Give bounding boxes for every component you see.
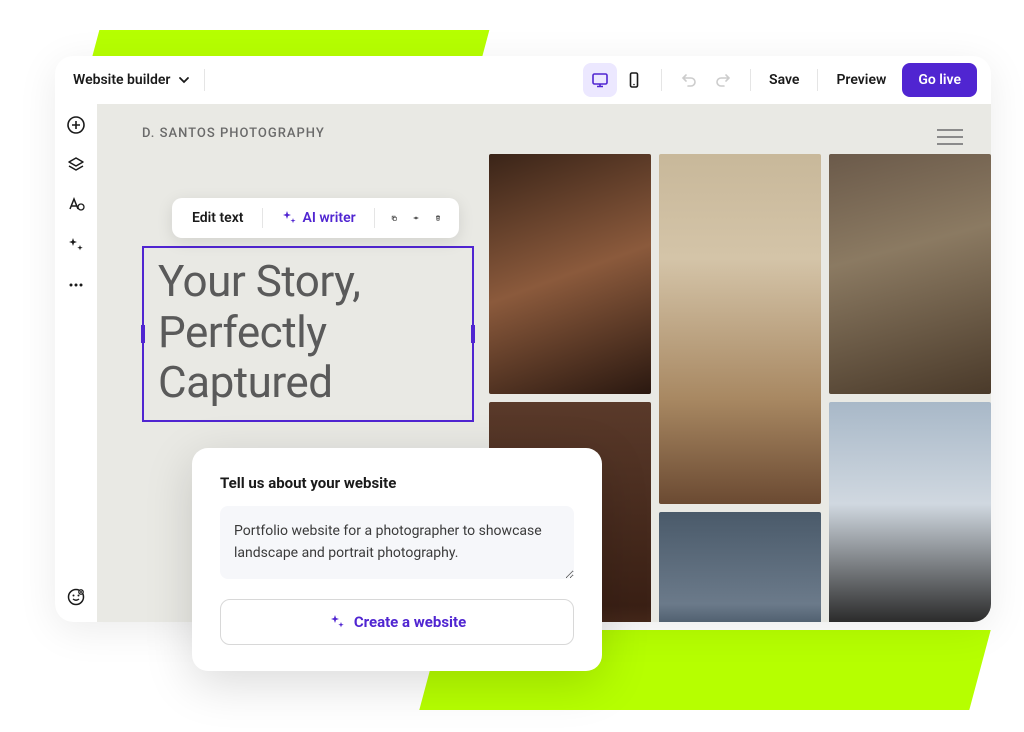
redo-button[interactable] (706, 63, 740, 97)
ai-card-title: Tell us about your website (220, 474, 574, 492)
divider (661, 69, 662, 91)
divider (262, 208, 263, 228)
resize-handle-right[interactable] (471, 325, 475, 343)
mobile-icon (625, 71, 643, 89)
add-element-button[interactable] (65, 114, 87, 136)
delete-button[interactable] (429, 209, 447, 227)
create-website-button[interactable]: Create a website (220, 599, 574, 645)
layers-button[interactable] (65, 154, 87, 176)
site-menu-button[interactable] (937, 124, 963, 150)
sparkles-icon (328, 613, 346, 631)
ai-writer-label: AI writer (303, 210, 356, 226)
hamburger-line (937, 136, 963, 138)
divider (374, 208, 375, 228)
smile-icon (66, 587, 86, 607)
dots-icon (66, 275, 86, 295)
gallery-image[interactable] (659, 512, 821, 622)
divider (204, 69, 205, 91)
desktop-view-button[interactable] (583, 63, 617, 97)
app-selector-label: Website builder (73, 72, 170, 88)
text-style-icon (66, 195, 86, 215)
undo-button[interactable] (672, 63, 706, 97)
save-button[interactable]: Save (761, 66, 807, 94)
preview-button[interactable]: Preview (828, 66, 894, 94)
gallery-image[interactable] (829, 402, 991, 622)
undo-icon (680, 71, 698, 89)
ai-writer-button[interactable]: AI writer (273, 206, 364, 230)
app-selector-dropdown[interactable]: Website builder (69, 66, 194, 94)
create-website-label: Create a website (354, 613, 466, 631)
website-description-input[interactable] (220, 506, 574, 579)
go-live-button[interactable]: Go live (902, 63, 977, 97)
selected-text-element[interactable]: Your Story, Perfectly Captured (142, 246, 474, 422)
hamburger-line (937, 129, 963, 131)
site-brand-text[interactable]: D. SANTOS PHOTOGRAPHY (142, 126, 325, 141)
plus-circle-icon (66, 115, 86, 135)
more-button[interactable] (65, 274, 87, 296)
left-sidebar (55, 104, 97, 622)
chevron-down-icon (178, 74, 190, 86)
duplicate-button[interactable] (385, 209, 403, 227)
gallery-image[interactable] (829, 154, 991, 394)
copy-icon (391, 210, 397, 226)
ai-website-generator-card: Tell us about your website Create a webs… (192, 448, 602, 671)
layers-icon (66, 155, 86, 175)
redo-icon (714, 71, 732, 89)
resize-handle-left[interactable] (141, 325, 145, 343)
mobile-view-button[interactable] (617, 63, 651, 97)
headline-text[interactable]: Your Story, Perfectly Captured (158, 256, 458, 408)
text-edit-toolbar: Edit text AI writer (172, 198, 459, 238)
hamburger-line (937, 143, 963, 145)
divider (817, 69, 818, 91)
eye-icon (413, 209, 419, 227)
gallery-image[interactable] (489, 154, 651, 394)
visibility-button[interactable] (407, 209, 425, 227)
divider (750, 69, 751, 91)
edit-text-button[interactable]: Edit text (184, 206, 252, 230)
trash-icon (435, 210, 441, 226)
desktop-icon (591, 71, 609, 89)
gallery-image[interactable] (659, 154, 821, 504)
sparkles-icon (281, 210, 297, 226)
ai-tools-button[interactable] (65, 234, 87, 256)
styles-button[interactable] (65, 194, 87, 216)
topbar: Website builder Save Preview Go live (55, 56, 991, 104)
feedback-button[interactable] (65, 586, 87, 608)
sparkles-icon (66, 235, 86, 255)
